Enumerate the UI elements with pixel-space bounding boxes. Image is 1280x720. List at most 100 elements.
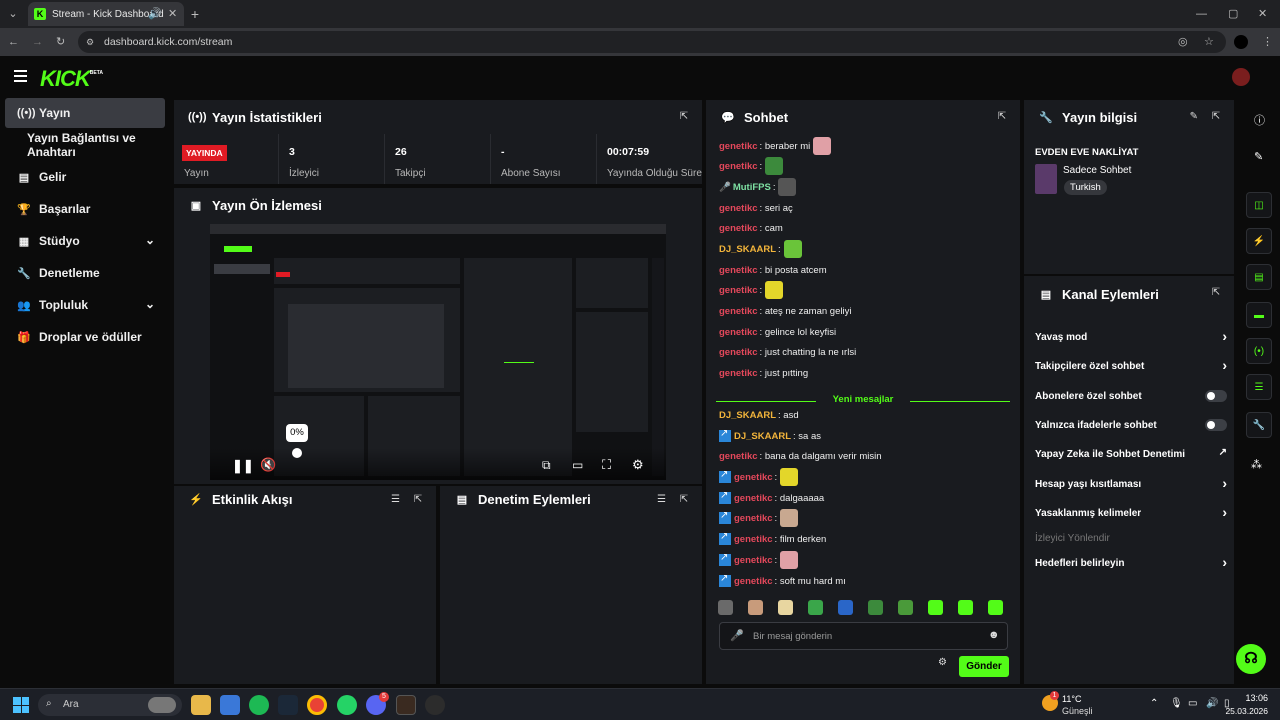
emote-picker-item[interactable] [958, 600, 973, 615]
taskbar-search[interactable]: ⌕ Ara [38, 694, 182, 716]
edit-icon[interactable]: ✎ [1254, 150, 1263, 163]
rail-broadcast-icon[interactable]: (•) [1246, 338, 1272, 364]
rail-wrench-icon[interactable]: 🔧 [1246, 412, 1272, 438]
emote-picker-item[interactable] [898, 600, 913, 615]
emote-picker-item[interactable] [988, 600, 1003, 615]
sidebar-item-denetleme[interactable]: 🔧 Denetleme [5, 258, 165, 288]
rail-document-icon[interactable]: ▤ [1246, 264, 1272, 290]
chat-username[interactable]: genetikc [719, 327, 758, 338]
emote-picker-item[interactable] [838, 600, 853, 615]
edit-pencil-icon[interactable]: ✎ [1190, 111, 1198, 122]
chat-input[interactable]: 🎤 Bir mesaj gönderin ☻ [719, 622, 1008, 650]
whatsapp-icon[interactable] [337, 695, 357, 715]
bookmark-star-icon[interactable]: ☆ [1204, 35, 1214, 49]
chat-username[interactable]: DJ_SKAARL [734, 431, 791, 442]
site-info-icon[interactable]: ⚙ [86, 35, 94, 49]
popout-icon[interactable]: ⇱ [678, 111, 690, 123]
minimize-icon[interactable]: — [1196, 7, 1207, 21]
rail-bolt-icon[interactable]: ⚡ [1246, 228, 1272, 254]
chat-username[interactable]: genetikc [734, 493, 773, 504]
rail-more-icon[interactable]: ⁂ [1251, 458, 1262, 471]
popout-icon[interactable]: ⇱ [412, 494, 424, 506]
emote-picker-item[interactable] [778, 600, 793, 615]
emote-picker-item[interactable] [808, 600, 823, 615]
browser-tab[interactable]: K Stream - Kick Dashboard 🔊 ✕ [28, 2, 184, 26]
volume-icon[interactable]: 🔊 [1206, 698, 1218, 709]
close-tab-icon[interactable]: ✕ [168, 7, 177, 21]
sidebar-item-yayin[interactable]: ((•)) Yayın [5, 98, 165, 128]
chat-username[interactable]: MutiFPS [733, 182, 771, 193]
clock-date[interactable]: 25.03.2026 [1218, 706, 1268, 716]
chat-username[interactable]: genetikc [734, 576, 773, 587]
mute-icon[interactable]: 🔇 [260, 457, 276, 473]
hamburger-menu-icon[interactable] [14, 70, 27, 82]
chat-username[interactable]: genetikc [719, 265, 758, 276]
new-tab-icon[interactable]: + [188, 7, 202, 21]
speaker-icon[interactable]: 🔊 [148, 7, 162, 21]
popout-icon[interactable]: ⇱ [1210, 111, 1222, 123]
chat-username[interactable]: DJ_SKAARL [719, 410, 776, 421]
chat-username[interactable]: genetikc [734, 472, 773, 483]
close-window-icon[interactable]: ✕ [1258, 7, 1267, 21]
clock-time[interactable]: 13:06 [1228, 693, 1268, 703]
sidebar-item-gelir[interactable]: ▤ Gelir [5, 162, 165, 192]
help-support-icon[interactable]: ☊ [1236, 644, 1266, 674]
pause-icon[interactable]: ❚❚ [232, 458, 254, 474]
popout-icon[interactable]: ⇱ [678, 494, 690, 506]
chat-username[interactable]: genetikc [719, 141, 758, 152]
chat-username[interactable]: genetikc [719, 306, 758, 317]
action-ai-moderation[interactable]: Yapay Zeka ile Sohbet Denetimi ↗ [1035, 444, 1227, 464]
chat-username[interactable]: genetikc [719, 368, 758, 379]
fullscreen-icon[interactable]: ⛶ [602, 457, 611, 473]
chat-username[interactable]: genetikc [719, 203, 758, 214]
browser-menu-icon[interactable]: ⋮ [1262, 35, 1273, 49]
profile-avatar[interactable] [1234, 35, 1248, 49]
back-icon[interactable]: ← [8, 35, 19, 49]
forward-icon[interactable]: → [32, 35, 43, 49]
sidebar-item-topluluk[interactable]: 👥 Topluluk ⌄ [5, 290, 165, 320]
reload-icon[interactable]: ↻ [56, 35, 65, 49]
emote-picker-item[interactable] [868, 600, 883, 615]
chat-username[interactable]: genetikc [734, 555, 773, 566]
eye-off-icon[interactable]: ◎ [1178, 35, 1188, 49]
windows-start-icon[interactable] [13, 697, 29, 713]
action-banned-words[interactable]: Yasaklanmış kelimeler › [1035, 503, 1227, 523]
rail-capture-icon[interactable]: ◫ [1246, 192, 1272, 218]
chat-username[interactable]: genetikc [734, 534, 773, 545]
emoji-picker-icon[interactable]: ☻ [988, 629, 1000, 641]
url-field[interactable]: ⚙ dashboard.kick.com/stream ◎ ☆ [78, 31, 1226, 53]
volume-slider-knob[interactable] [292, 448, 302, 458]
pip-icon[interactable]: ⧉ [542, 458, 551, 473]
rail-chat-icon[interactable]: ▬ [1246, 302, 1272, 328]
subscribers-only-toggle[interactable] [1205, 390, 1227, 402]
emote-picker-item[interactable] [718, 600, 733, 615]
chat-username[interactable]: genetikc [719, 223, 758, 234]
tab-list-icon[interactable]: ⌄ [6, 7, 20, 21]
theater-icon[interactable]: ▭ [572, 458, 583, 472]
obs-app-icon[interactable] [396, 695, 416, 715]
chat-username[interactable]: genetikc [719, 161, 758, 172]
action-slow-mode[interactable]: Yavaş mod › [1035, 327, 1227, 347]
settings-gear-icon[interactable]: ⚙ [632, 457, 644, 473]
spotify-icon[interactable] [249, 695, 269, 715]
emote-picker-item[interactable] [928, 600, 943, 615]
microphone-tray-icon[interactable]: 🎙 [1170, 698, 1183, 709]
microphone-icon[interactable]: 🎤 [730, 629, 744, 642]
rail-actions-icon[interactable]: ☰ [1246, 374, 1272, 400]
chrome-icon[interactable] [307, 695, 327, 715]
sidebar-item-studyo[interactable]: ▦ Stüdyo ⌄ [5, 226, 165, 256]
chat-username[interactable]: genetikc [719, 285, 758, 296]
filter-icon[interactable]: ☰ [657, 494, 666, 505]
emotes-only-toggle[interactable] [1205, 419, 1227, 431]
popout-icon[interactable]: ⇱ [996, 111, 1008, 123]
maximize-icon[interactable]: ▢ [1228, 7, 1238, 21]
sidebar-item-basarilar[interactable]: 🏆 Başarılar [5, 194, 165, 224]
action-account-age[interactable]: Hesap yaşı kısıtlaması › [1035, 474, 1227, 494]
send-button[interactable]: Gönder [959, 656, 1009, 677]
file-explorer-icon[interactable] [191, 695, 211, 715]
kick-logo[interactable]: KICKBETA [40, 66, 103, 92]
emote-picker-item[interactable] [748, 600, 763, 615]
sidebar-item-stream-key[interactable]: Yayın Bağlantısı ve Anahtarı [5, 130, 175, 160]
app-icon[interactable] [425, 695, 445, 715]
video-player[interactable]: ❚❚ 🔇 0% ⧉ ▭ ⛶ ⚙ [210, 224, 666, 480]
